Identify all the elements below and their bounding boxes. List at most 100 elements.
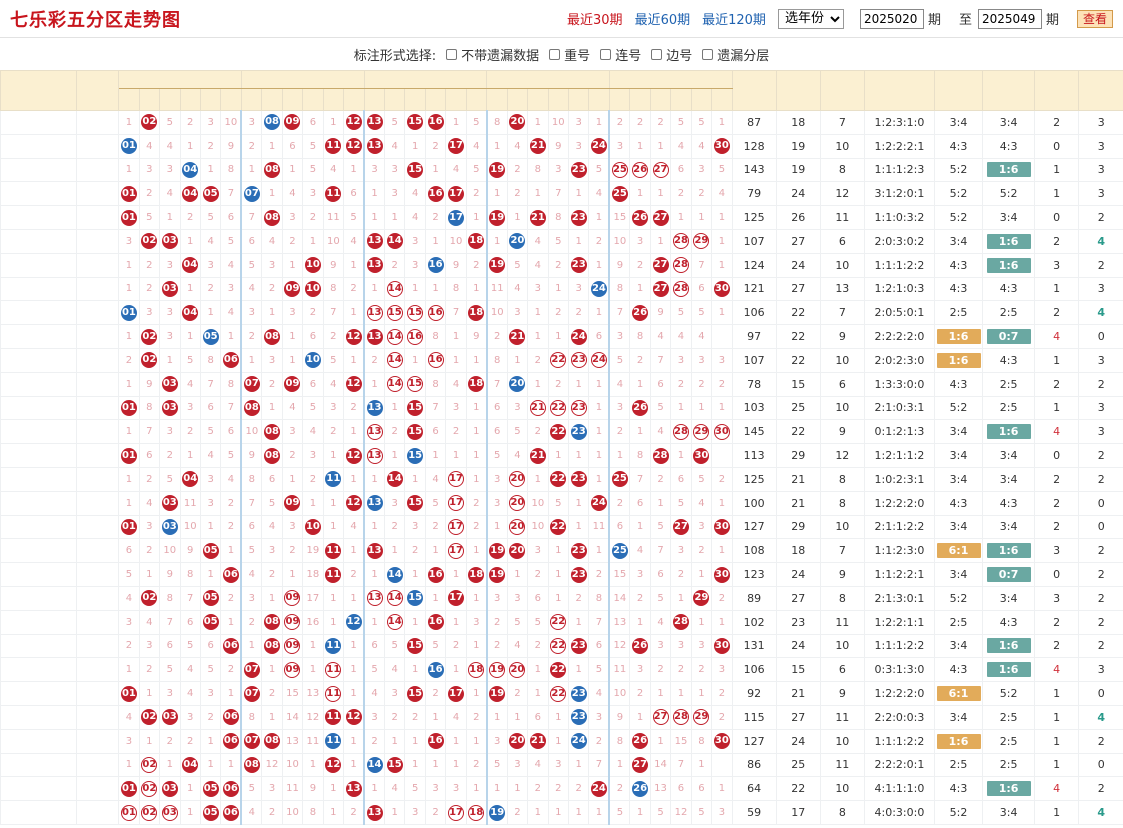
stat-value: 4:1:1:1:0 — [874, 782, 925, 796]
drawn-ball-cell: 25 — [608, 157, 631, 183]
number-header — [547, 88, 570, 111]
miss-count-cell: 5 — [547, 490, 570, 516]
drawn-ball-cell: 22 — [547, 466, 570, 492]
miss-count-cell: 1 — [322, 443, 345, 468]
miss-count-cell: 3 — [690, 514, 713, 540]
stat-value: 4:3 — [949, 782, 968, 796]
drawn-ball-cell: 22 — [547, 681, 570, 706]
stat-rep-cell: 4 — [1034, 324, 1080, 349]
miss-count-cell: 1 — [261, 657, 283, 683]
miss-count-cell: 2 — [567, 585, 590, 611]
checkbox-icon[interactable] — [600, 48, 612, 60]
stat-s-cell: 127 — [731, 728, 777, 754]
miss-count-cell: 4 — [322, 371, 345, 397]
miss-count-cell: 2 — [363, 728, 386, 754]
stat-oe-cell: 4:3 — [933, 276, 984, 302]
miss-count-cell: 1 — [445, 347, 467, 373]
stat-s-cell: 107 — [731, 347, 777, 373]
view-button[interactable]: 查看 — [1076, 9, 1113, 28]
miss-count-cell: 1 — [629, 514, 651, 540]
stat-oe-cell: 3:4 — [933, 514, 984, 540]
drawn-ball-cell: 26 — [629, 395, 651, 421]
checkbox-icon[interactable] — [549, 48, 561, 60]
miss-count-cell: 15 — [281, 681, 304, 706]
ball-icon: 26 — [632, 161, 649, 178]
miss-count-cell: 6 — [649, 371, 672, 397]
ball-icon: 28 — [672, 709, 689, 726]
ball-icon: 13 — [366, 804, 383, 821]
checkbox-icon[interactable] — [446, 48, 458, 60]
range-120-link[interactable]: 最近120期 — [702, 9, 766, 28]
stat-rep-cell: 1 — [1034, 800, 1080, 825]
stat-hc-cell: 2:5 — [982, 395, 1036, 421]
miss-count-cell: 2 — [527, 633, 549, 659]
miss-count-cell: 1 — [588, 300, 610, 326]
option-repeat[interactable]: 重号 — [549, 45, 590, 64]
checkbox-icon[interactable] — [651, 48, 663, 60]
drawn-ball-cell: 19 — [485, 157, 508, 183]
stat-con-cell: 4 — [1078, 228, 1123, 254]
miss-count-cell: 4 — [159, 181, 181, 207]
miss-count-cell: 1 — [711, 538, 733, 564]
miss-count-cell: 3 — [506, 585, 529, 611]
number-header — [608, 88, 631, 111]
ball-icon: 16 — [427, 352, 444, 369]
miss-count-cell: 1 — [608, 752, 631, 778]
miss-count-cell: 3 — [138, 300, 161, 326]
options-bar: 标注形式选择: 不带遗漏数据 重号 连号 边号 遗漏分层 — [0, 38, 1123, 70]
stat-value: 3:4 — [949, 234, 968, 248]
weekday-cell — [76, 728, 120, 754]
stat-q-cell: 1:2:3:1:0 — [863, 110, 935, 135]
drawn-ball-cell: 27 — [649, 276, 672, 302]
miss-count-cell: 10 — [547, 110, 570, 135]
ball-icon: 27 — [652, 709, 669, 726]
miss-count-cell: 7 — [138, 419, 161, 445]
drawn-ball-cell: 13 — [363, 395, 386, 421]
miss-count-cell: 2 — [547, 252, 570, 278]
year-select[interactable]: 选年份 — [777, 8, 844, 29]
table-row: 2 02 1 5 8 06 1 3 1 10 5 1 2 14 1 16 1 1 8 1 2 22 23 24 5 2 7 3 3 3 10… — [0, 347, 1123, 373]
option-edge[interactable]: 边号 — [651, 45, 692, 64]
ball-icon: 15 — [407, 423, 424, 440]
miss-count-cell: 4 — [506, 443, 529, 468]
option-consecutive[interactable]: 连号 — [600, 45, 641, 64]
stat-oe-cell: 3:4 — [933, 443, 984, 468]
checkbox-icon[interactable] — [702, 48, 714, 60]
stat-oe-cell: 5:2 — [933, 157, 984, 183]
option-no-miss[interactable]: 不带遗漏数据 — [446, 45, 539, 64]
miss-count-cell: 10 — [608, 681, 631, 706]
highlight-badge: 1:6 — [936, 352, 981, 368]
ball-icon: 09 — [284, 637, 301, 654]
stat-ac-cell: 9 — [819, 681, 865, 706]
miss-count-cell: 9 — [220, 133, 242, 159]
highlight-badge: 1:6 — [936, 733, 981, 749]
table-row: 01 3 3 04 1 4 3 1 3 2 7 1 13 15 15 16 7 18 10 3 1 2 2 1 7 26 9 5 5 1 1… — [0, 300, 1123, 326]
drawn-ball-cell: 24 — [567, 728, 590, 754]
to-period-input[interactable] — [977, 8, 1042, 29]
period-header[interactable] — [0, 70, 78, 111]
miss-count-cell: 1 — [343, 752, 365, 778]
range-60-link[interactable]: 最近60期 — [635, 9, 691, 28]
ball-icon: 02 — [141, 352, 158, 369]
miss-count-cell: 2 — [261, 681, 283, 706]
stat-value: 2 — [1097, 591, 1105, 605]
weekday-cell — [76, 133, 120, 159]
weekday-cell — [76, 443, 120, 468]
stat-hc-cell: 2:5 — [982, 704, 1036, 730]
miss-count-cell: 1 — [670, 443, 692, 468]
miss-count-cell: 5 — [547, 228, 570, 254]
miss-count-cell: 4 — [690, 324, 713, 349]
range-30-link[interactable]: 最近30期 — [567, 9, 623, 28]
option-miss-layer[interactable]: 遗漏分层 — [702, 45, 769, 64]
drawn-ball-cell: 08 — [261, 443, 283, 468]
miss-count-cell: 4 — [527, 752, 549, 778]
weekday-cell — [76, 466, 120, 492]
miss-count-cell: 15 — [608, 205, 631, 230]
ball-icon: 16 — [427, 566, 444, 583]
drawn-ball-cell: 08 — [261, 205, 283, 230]
stat-value: 2 — [1053, 377, 1061, 391]
stat-value: 2 — [1097, 377, 1105, 391]
from-period-input[interactable] — [859, 8, 924, 29]
drawn-ball-cell: 09 — [281, 110, 304, 135]
stat-value: 1 — [1053, 187, 1061, 201]
